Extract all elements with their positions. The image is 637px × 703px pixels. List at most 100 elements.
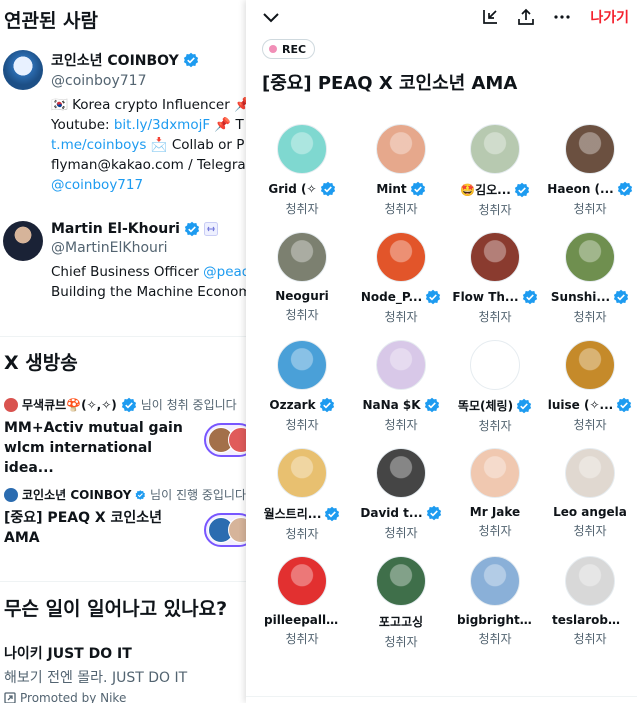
avatar[interactable] (565, 340, 615, 390)
avatar[interactable] (565, 448, 615, 498)
avatar[interactable] (277, 340, 327, 390)
bio-link[interactable]: @peaq (203, 264, 246, 280)
listener-item[interactable]: luise (✧... 청취자 (543, 340, 637, 433)
avatar[interactable] (277, 124, 327, 174)
listener-role: 청취자 (478, 524, 512, 538)
listener-name-text: Grid (✧ (268, 182, 317, 196)
avatar[interactable] (470, 232, 520, 282)
live-space-card[interactable]: 코인소년 COINBOY 님이 진행 중입니다 [중요] PEAQ X 코인소년 A… (0, 486, 246, 548)
avatar[interactable] (376, 232, 426, 282)
listener-item[interactable]: NaNa $K 청취자 (354, 340, 448, 433)
more-icon[interactable] (551, 6, 573, 28)
listener-name: Sunshi... (543, 289, 637, 305)
avatar[interactable] (565, 124, 615, 174)
listener-name: 똑모(체링) (448, 397, 542, 414)
listener-item[interactable]: Ozzark 청취자 (255, 340, 349, 433)
listener-name-text: Haeon (... (547, 182, 614, 196)
listener-item[interactable]: pilleepallee 청취자 (255, 556, 349, 647)
bio-link[interactable]: @coinboy717 (51, 177, 143, 193)
avatar (4, 397, 18, 412)
listener-role: 청취자 (573, 310, 607, 324)
listener-role: 청취자 (478, 203, 512, 217)
listener-item[interactable]: Haeon (... 청취자 (543, 124, 637, 217)
chevron-down-icon[interactable] (260, 6, 282, 28)
live-host-line: 코인소년 COINBOY 님이 진행 중입니다 (0, 486, 246, 503)
listener-name-text: 똑모(체링) (457, 399, 514, 413)
verified-icon (613, 289, 629, 305)
avatar[interactable] (3, 50, 43, 90)
person-name[interactable]: 코인소년 COINBOY (51, 50, 246, 70)
bio-link[interactable]: bit.ly/3dxmojF (114, 117, 210, 133)
listener-name: Grid (✧ (255, 181, 349, 197)
avatar[interactable] (376, 556, 426, 606)
live-join-pill[interactable] (204, 423, 246, 457)
rec-dot-icon (269, 45, 277, 53)
avatar[interactable] (277, 556, 327, 606)
listener-item[interactable]: Flow Th... 청취자 (448, 232, 542, 325)
live-host-name: 코인소년 COINBOY (22, 488, 132, 502)
listener-name-text: Ozzark (269, 398, 316, 412)
left-column: 연관된 사람 코인소년 COINBOY @coinboy717 🇰🇷 Korea c… (0, 0, 246, 703)
listener-name-text: Node_P... (360, 290, 423, 304)
bio-link[interactable]: t.me/coinboys (51, 137, 146, 153)
avatar[interactable] (470, 124, 520, 174)
listener-name-text: pilleepallee (264, 613, 340, 627)
listener-name-text: Mint (376, 182, 407, 196)
verified-icon (522, 289, 537, 305)
listener-item[interactable]: teslarobot... 청취자 (543, 556, 637, 647)
person-bio: Chief Business Officer @peaq Building the… (51, 262, 246, 302)
listener-item[interactable]: Mr Jake 청취자 (448, 448, 542, 539)
listener-name-text: Neoguri (275, 289, 329, 303)
avatar[interactable] (470, 556, 520, 606)
live-host-line: 무색큐브🍄(✧,✧) 님이 청취 중입니다 (0, 396, 246, 413)
bio-text: Youtube: (51, 117, 114, 133)
listener-item[interactable]: Leo angela 청취자 (543, 448, 637, 539)
avatar (4, 487, 18, 502)
listener-item[interactable]: Neoguri 청취자 (255, 232, 349, 323)
avatar[interactable] (565, 556, 615, 606)
verified-icon (426, 289, 441, 305)
avatar[interactable] (376, 448, 426, 498)
avatar[interactable] (376, 124, 426, 174)
avatar (228, 517, 246, 543)
live-join-pill[interactable] (204, 513, 246, 547)
listener-name: luise (✧... (543, 397, 637, 413)
trend-item[interactable]: 나이키 JUST DO IT 해보기 전엔 몰라. JUST DO IT Pro… (4, 643, 244, 703)
verified-icon (426, 505, 441, 521)
listener-name-text: 🤩김오... (460, 183, 511, 197)
bio-text: flyman@kakao.com / Telegra (51, 157, 246, 173)
share-icon[interactable] (515, 6, 537, 28)
minimize-icon[interactable] (479, 6, 501, 28)
listener-item[interactable]: 포고고싱 청취자 (354, 556, 448, 650)
promoted-label: Promoted by Nike (20, 691, 127, 703)
live-space-card[interactable]: 무색큐브🍄(✧,✧) 님이 청취 중입니다 MM+Activ mutual gain… (0, 396, 246, 478)
listener-item[interactable]: 똑모(체링) 청취자 (448, 340, 542, 434)
verified-icon (320, 181, 335, 197)
avatar[interactable] (3, 221, 43, 261)
person-name[interactable]: Martin El-Khouri (51, 221, 246, 237)
avatar[interactable] (376, 340, 426, 390)
divider (0, 336, 246, 337)
listener-role: 청취자 (573, 524, 607, 538)
listener-role: 청취자 (384, 635, 418, 649)
listener-item[interactable]: bigbright ... 청취자 (448, 556, 542, 647)
listener-item[interactable]: Grid (✧ 청취자 (255, 124, 349, 217)
related-people-title: 연관된 사람 (4, 10, 99, 32)
listener-item[interactable]: 🤩김오... 청취자 (448, 124, 542, 218)
listener-item[interactable]: Node_P... 청취자 (354, 232, 448, 325)
listener-item[interactable]: David t... 청취자 (354, 448, 448, 541)
listener-item[interactable]: Sunshi... 청취자 (543, 232, 637, 325)
avatar[interactable] (470, 340, 520, 390)
listener-name-text: David t... (360, 506, 423, 520)
listener-item[interactable]: 월스트리... 청취자 (255, 448, 349, 542)
listener-item[interactable]: Mint 청취자 (354, 124, 448, 217)
verified-icon (617, 181, 632, 197)
verified-icon (617, 397, 632, 413)
avatar[interactable] (565, 232, 615, 282)
listener-name-text: luise (✧... (547, 398, 614, 412)
avatar[interactable] (277, 232, 327, 282)
avatar[interactable] (277, 448, 327, 498)
avatar[interactable] (470, 448, 520, 498)
divider (246, 696, 637, 697)
leave-button[interactable]: 나가기 (590, 7, 629, 27)
